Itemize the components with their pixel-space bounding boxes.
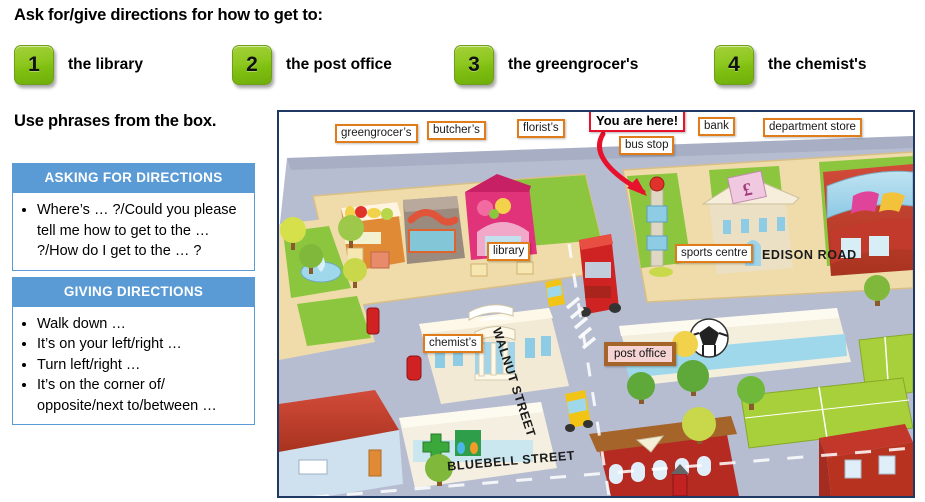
you-are-here-arrow-icon	[596, 131, 647, 196]
map-label-library[interactable]: library	[487, 242, 531, 261]
map-label-florists[interactable]: florist’s	[517, 119, 565, 138]
task-label-2: the post office	[286, 56, 392, 73]
map-label-department-store[interactable]: department store	[763, 118, 862, 137]
task-label-3: the greengrocer's	[508, 56, 639, 73]
number-badge-3[interactable]: 3	[454, 45, 494, 85]
phrase-item: It’s on the corner of/ opposite/next to/…	[37, 375, 246, 416]
phrase-item: It’s on your left/right …	[37, 334, 246, 355]
task-label-1: the library	[68, 56, 143, 73]
phrase-item: Turn left/right …	[37, 355, 246, 376]
phrase-group-asking-body: Where’s … ?/Could you please tell me how…	[12, 192, 255, 271]
task-list: 1 the library 2 the post office 3 the gr…	[14, 39, 914, 91]
map-label-butchers[interactable]: butcher’s	[427, 121, 486, 140]
phrase-item: Walk down …	[37, 314, 246, 335]
number-badge-4[interactable]: 4	[714, 45, 754, 85]
phrase-group-asking-header: ASKING FOR DIRECTIONS	[12, 163, 255, 192]
task-item-2[interactable]: 2 the post office	[232, 39, 392, 91]
phrase-item: Where’s … ?/Could you please tell me how…	[37, 200, 246, 262]
map-label-sports-centre[interactable]: sports centre	[675, 244, 754, 263]
task-item-3[interactable]: 3 the greengrocer's	[454, 39, 638, 91]
map-label-bank[interactable]: bank	[698, 117, 735, 136]
phrase-group-giving-body: Walk down … It’s on your left/right … Tu…	[12, 305, 255, 425]
map-label-greengrocers[interactable]: greengrocer’s	[335, 124, 418, 143]
number-badge-1[interactable]: 1	[14, 45, 54, 85]
task-label-4: the chemist's	[768, 56, 867, 73]
phrase-box: ASKING FOR DIRECTIONS Where’s … ?/Could …	[12, 163, 255, 425]
map-illustration: £ greengrocer’s butcher’s florist’s bus …	[277, 110, 915, 498]
task-item-1[interactable]: 1 the library	[14, 39, 143, 91]
number-badge-2[interactable]: 2	[232, 45, 272, 85]
map-label-post-office[interactable]: post office	[604, 342, 677, 366]
map-label-chemists[interactable]: chemist’s	[423, 334, 483, 353]
task-item-4[interactable]: 4 the chemist's	[714, 39, 866, 91]
page-title: Ask for/give directions for how to get t…	[14, 6, 323, 24]
phrase-group-giving-header: GIVING DIRECTIONS	[12, 276, 255, 306]
instruction-subtitle: Use phrases from the box.	[14, 112, 217, 130]
street-label-edison-road: EDISON ROAD	[762, 248, 857, 262]
phrase-group-asking: ASKING FOR DIRECTIONS Where’s … ?/Could …	[12, 163, 255, 271]
phrase-group-giving: GIVING DIRECTIONS Walk down … It’s on yo…	[12, 276, 255, 425]
you-are-here-callout: You are here!	[589, 112, 686, 132]
